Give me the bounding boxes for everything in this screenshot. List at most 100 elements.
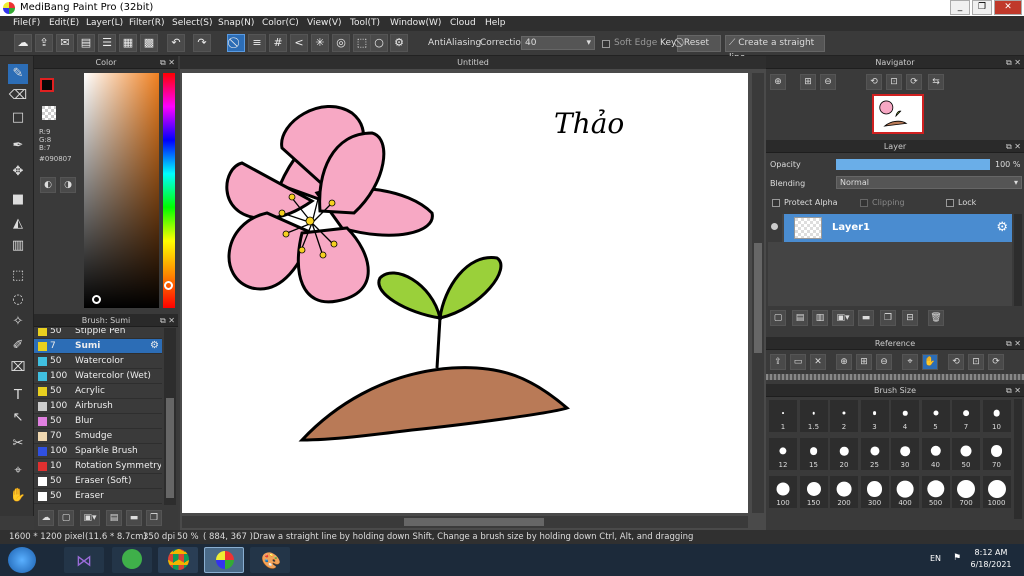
duplicate-icon[interactable]: ❐ [146, 510, 162, 526]
bucket-tool-icon[interactable]: ◭ [8, 214, 28, 234]
color-wheel-icon[interactable]: ◑ [60, 177, 76, 193]
layer-add-menu-icon[interactable]: ▣▾ [832, 310, 854, 326]
panel-close-icon[interactable]: ⧉ ✕ [1006, 384, 1021, 397]
palette-icon[interactable]: ◐ [40, 177, 56, 193]
panel-close-icon[interactable]: ⧉ ✕ [160, 314, 175, 327]
clipping-checkbox[interactable] [860, 199, 868, 207]
list-icon[interactable]: ☰ [98, 34, 116, 52]
divide-tool-icon[interactable]: ✂ [8, 434, 28, 454]
scrollbar-thumb[interactable] [166, 398, 174, 498]
rotate-left-icon[interactable]: ⟲ [866, 74, 882, 90]
secondary-color-swatch[interactable] [42, 106, 56, 120]
brush-size-cell[interactable]: 3 [859, 399, 890, 433]
brush-item[interactable]: 70 Smudge [34, 429, 162, 444]
gear-icon[interactable]: ⚙ [996, 220, 1008, 235]
hand-tool-icon[interactable]: ✋ [8, 486, 28, 506]
document-tab[interactable]: Untitled [180, 56, 766, 69]
minimize-button[interactable]: _ [950, 0, 970, 15]
brush-item[interactable]: 50 Eraser (Soft) [34, 474, 162, 489]
restore-button[interactable]: ❐ [972, 0, 992, 15]
brush-size-cell[interactable]: 70 [981, 437, 1012, 471]
language-indicator[interactable]: EN [930, 554, 941, 563]
protect-alpha-checkbox[interactable] [772, 199, 780, 207]
medibang-taskbar-icon[interactable] [204, 547, 244, 573]
cloud-icon[interactable]: ☁ [14, 34, 32, 52]
correction-select[interactable]: 40 ▾ [521, 36, 595, 50]
green-app-icon[interactable] [112, 547, 152, 573]
layer-folder-icon[interactable]: ▬ [858, 310, 874, 326]
brush-size-cell[interactable]: 7 [951, 399, 981, 433]
select-pen-tool-icon[interactable]: ✐ [8, 336, 28, 356]
brush-size-cell[interactable]: 1 [768, 399, 798, 433]
blending-select[interactable]: Normal ▾ [836, 176, 1022, 189]
brush-item[interactable]: 50 Watercolor [34, 354, 162, 369]
brush-item[interactable]: 100 Airbrush [34, 399, 162, 414]
comment-icon[interactable]: ✉ [56, 34, 74, 52]
text-tool-icon[interactable]: T [8, 386, 28, 406]
opacity-slider[interactable] [836, 159, 990, 170]
brush-item[interactable]: 50 Acrylic [34, 384, 162, 399]
visual-studio-icon[interactable]: ⋈ [64, 547, 104, 573]
brush-list-scrollbar[interactable] [164, 328, 176, 505]
reference-rotate-left-icon[interactable]: ⟲ [948, 354, 964, 370]
upload-icon[interactable]: ⇪ [35, 34, 53, 52]
panel-splitter[interactable] [766, 374, 1024, 380]
vertical-scrollbar[interactable] [752, 73, 764, 513]
brush-size-cell[interactable]: 12 [768, 437, 798, 471]
saturation-value-picker[interactable] [84, 73, 159, 308]
start-button[interactable] [8, 547, 36, 573]
curve-snap-icon[interactable]: ⬚ [353, 34, 371, 52]
brush-size-cell[interactable]: 25 [859, 437, 890, 471]
snap-off-icon[interactable]: ⃠ [227, 34, 245, 52]
brush-size-cell[interactable]: 2 [829, 399, 859, 433]
select-tool-icon[interactable]: ⬚ [8, 266, 28, 286]
new-layer-icon[interactable]: ▢ [770, 310, 786, 326]
open-reference-icon[interactable]: ▭ [790, 354, 806, 370]
brush-size-cell[interactable]: 10 [981, 399, 1012, 433]
flip-icon[interactable]: ⇆ [928, 74, 944, 90]
zoom-fit-icon[interactable]: ⊞ [800, 74, 816, 90]
parallel-snap-icon[interactable]: ≡ [248, 34, 266, 52]
tray-flag-icon[interactable]: ⚑ [953, 553, 961, 563]
navigator-thumbnail[interactable] [872, 94, 924, 134]
brush-size-cell[interactable]: 150 [798, 475, 829, 509]
menu-cloud[interactable]: Cloud [450, 18, 476, 28]
menu-edit[interactable]: Edit(E) [49, 18, 79, 28]
menu-help[interactable]: Help [485, 18, 506, 28]
picker-handle[interactable] [92, 295, 101, 304]
zoom-out-icon[interactable]: ⊖ [820, 74, 836, 90]
menu-layer[interactable]: Layer(L) [86, 18, 123, 28]
menu-filter[interactable]: Filter(R) [129, 18, 165, 28]
reference-zoom-in-icon[interactable]: ⊕ [836, 354, 852, 370]
panel-close-icon[interactable]: ⧉ ✕ [1006, 56, 1021, 69]
zoom-in-icon[interactable]: ⊕ [770, 74, 786, 90]
brush-size-cell[interactable]: 1000 [981, 475, 1012, 509]
brush-size-cell[interactable]: 30 [890, 437, 920, 471]
paint-icon[interactable]: 🎨 [250, 547, 290, 573]
reference-fit-icon[interactable]: ⊞ [856, 354, 872, 370]
menu-view[interactable]: View(V) [307, 18, 342, 28]
brush-size-cell[interactable]: 100 [768, 475, 798, 509]
clock[interactable]: 8:12 AM 6/18/2021 [966, 547, 1016, 571]
magic-wand-tool-icon[interactable]: ✧ [8, 312, 28, 332]
grid-icon[interactable]: ▩ [140, 34, 158, 52]
rectangle-fill-tool-icon[interactable]: ■ [8, 190, 28, 210]
move-tool-icon[interactable]: ✥ [8, 162, 28, 182]
menu-color[interactable]: Color(C) [262, 18, 299, 28]
add-brush-icon[interactable]: ▣▾ [80, 510, 100, 526]
undo-icon[interactable]: ↶ [167, 34, 185, 52]
lock-checkbox[interactable] [946, 199, 954, 207]
menu-snap[interactable]: Snap(N) [218, 18, 254, 28]
page-icon[interactable]: ▦ [119, 34, 137, 52]
brush-tool-icon[interactable]: ✎ [8, 64, 28, 84]
reference-rotate-reset-icon[interactable]: ⊡ [968, 354, 984, 370]
brush-size-cell[interactable]: 200 [829, 475, 859, 509]
eraser-tool-icon[interactable]: ⌫ [8, 86, 28, 106]
document-icon[interactable]: ▤ [77, 34, 95, 52]
dot-tool-icon[interactable]: □ [8, 108, 28, 128]
close-reference-icon[interactable]: ✕ [810, 354, 826, 370]
drawing-canvas[interactable]: Thảo [182, 73, 748, 513]
rotate-right-icon[interactable]: ⟳ [906, 74, 922, 90]
brush-size-cell[interactable]: 15 [798, 437, 829, 471]
scrollbar-thumb[interactable] [404, 518, 544, 526]
